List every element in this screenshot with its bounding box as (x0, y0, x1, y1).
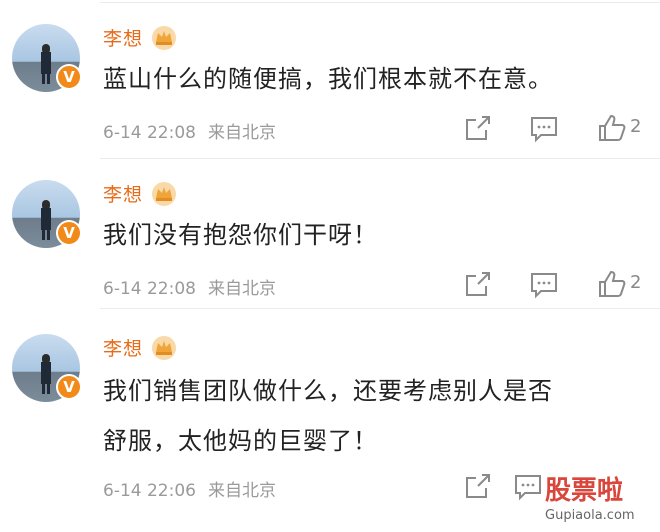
verified-badge-icon: V (56, 64, 82, 90)
share-icon[interactable] (462, 470, 494, 502)
comment-text-line: 我们销售团队做什么，还要考虑别人是否 (103, 377, 553, 405)
watermark-title: 股票啦 (545, 476, 624, 506)
comment-text: 蓝山什么的随便搞，我们根本就不在意。 (103, 58, 643, 100)
username[interactable]: 李想 (103, 334, 143, 361)
verified-badge-icon: V (56, 220, 82, 246)
like-icon[interactable] (596, 112, 628, 144)
verified-badge-icon: V (56, 374, 82, 400)
comment-icon[interactable] (512, 470, 544, 502)
share-icon[interactable] (462, 112, 494, 144)
username[interactable]: 李想 (103, 24, 143, 51)
timestamp: 6-14 22:08 (103, 123, 196, 143)
source-label: 来自北京 (207, 279, 276, 299)
source-label: 来自北京 (207, 123, 276, 143)
like-count: 2 (630, 116, 642, 137)
source-label: 来自北京 (207, 481, 276, 501)
comment-text: 我们销售团队做什么，还要考虑别人是否 舒服，太他妈的巨婴了！ (103, 370, 643, 462)
crown-icon (152, 182, 176, 206)
share-icon[interactable] (462, 268, 494, 300)
comment-item-1: V 李想 蓝山什么的随便搞，我们根本就不在意。 6-14 22:08 来自北京 2 (0, 0, 660, 158)
comment-text-line: 蓝山什么的随便搞，我们根本就不在意。 (103, 65, 553, 93)
timestamp: 6-14 22:06 (103, 481, 196, 501)
watermark-subtitle: Gupiaola.com (545, 508, 635, 523)
timestamp: 6-14 22:08 (103, 279, 196, 299)
comment-text-line: 我们没有抱怨你们干呀！ (103, 221, 378, 249)
watermark-logo: 股票啦 Gupiaola.com (545, 474, 657, 530)
comment-meta: 6-14 22:08 来自北京 (103, 118, 276, 143)
username[interactable]: 李想 (103, 180, 143, 207)
comment-text-line: 舒服，太他妈的巨婴了！ (103, 427, 378, 455)
comment-text: 我们没有抱怨你们干呀！ (103, 214, 643, 256)
comment-icon[interactable] (528, 112, 560, 144)
comment-item-2: V 李想 我们没有抱怨你们干呀！ 6-14 22:08 来自北京 2 (0, 158, 660, 308)
like-icon[interactable] (596, 268, 628, 300)
comment-icon[interactable] (528, 268, 560, 300)
comment-meta: 6-14 22:08 来自北京 (103, 274, 276, 299)
crown-icon (152, 336, 176, 360)
crown-icon (152, 26, 176, 50)
comment-meta: 6-14 22:06 来自北京 (103, 476, 276, 501)
like-count: 2 (630, 272, 642, 293)
